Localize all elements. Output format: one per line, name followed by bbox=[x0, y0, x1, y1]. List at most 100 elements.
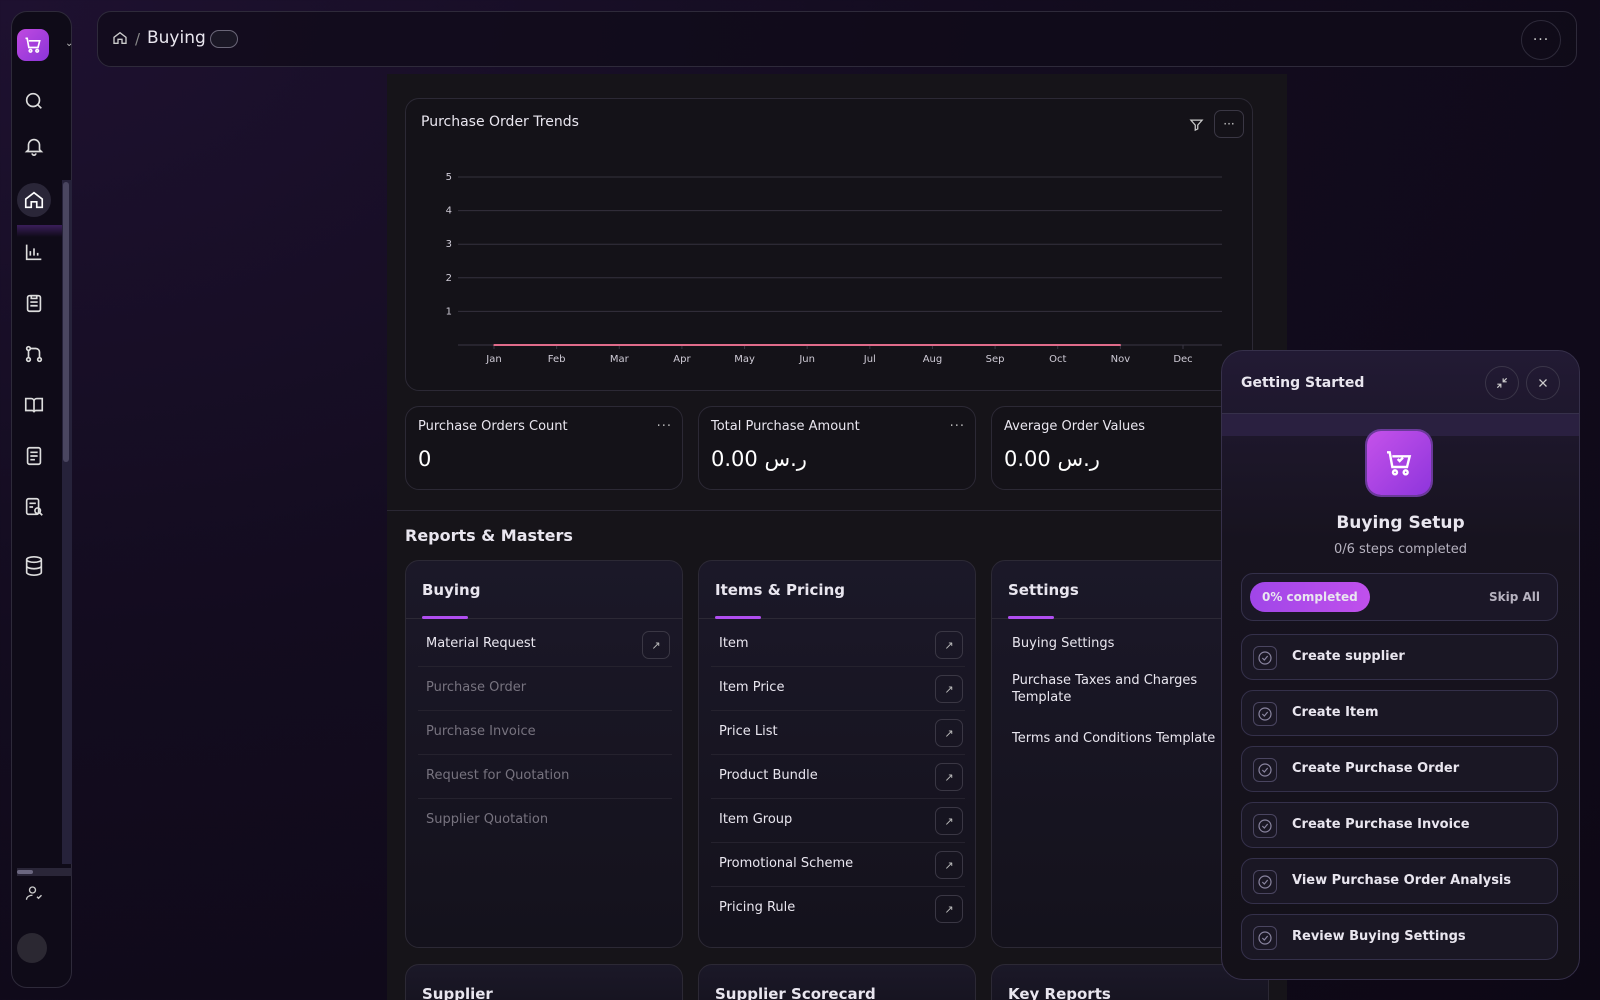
home-icon[interactable] bbox=[112, 30, 128, 50]
progress-bar: 0% completed Skip All bbox=[1241, 573, 1558, 621]
link-purchase-invoice[interactable]: Purchase Invoice bbox=[418, 711, 672, 755]
check-circle-icon bbox=[1253, 870, 1277, 894]
link-item[interactable]: Item ↗ bbox=[711, 623, 965, 667]
document-icon[interactable] bbox=[18, 440, 50, 472]
more-options-button[interactable]: ··· bbox=[1521, 20, 1561, 60]
database-icon[interactable] bbox=[18, 550, 50, 582]
data-point bbox=[681, 344, 683, 346]
group-title: Settings bbox=[1008, 581, 1079, 599]
chart-icon[interactable] bbox=[18, 236, 50, 268]
group-title: Buying bbox=[422, 581, 481, 599]
link-terms-conditions-template[interactable]: Terms and Conditions Template bbox=[1004, 718, 1258, 762]
group-items-pricing: Items & Pricing Item ↗ Item Price ↗ Pric… bbox=[698, 560, 976, 948]
stat-label: Average Order Values bbox=[1004, 419, 1146, 434]
stat-value: 0.00 ر.س bbox=[1004, 447, 1100, 471]
x-tick-label: Dec bbox=[1173, 354, 1192, 365]
x-tick-label: Feb bbox=[548, 354, 566, 365]
progress-badge: 0% completed bbox=[1250, 582, 1370, 612]
report-search-icon[interactable] bbox=[18, 491, 50, 523]
group-underline bbox=[715, 616, 761, 619]
data-point bbox=[618, 344, 621, 346]
link-label: Product Bundle bbox=[719, 768, 818, 783]
data-point bbox=[931, 344, 934, 346]
arrow-up-right-icon[interactable]: ↗ bbox=[935, 895, 963, 923]
arrow-up-right-icon[interactable]: ↗ bbox=[935, 763, 963, 791]
clipboard-icon[interactable] bbox=[18, 287, 50, 319]
book-open-icon[interactable] bbox=[18, 389, 50, 421]
link-item-group[interactable]: Item Group ↗ bbox=[711, 799, 965, 843]
link-label: Purchase Order bbox=[426, 680, 527, 695]
link-request-for-quotation[interactable]: Request for Quotation bbox=[418, 755, 672, 799]
data-point bbox=[1056, 344, 1059, 346]
arrow-up-right-icon[interactable]: ↗ bbox=[935, 851, 963, 879]
minimize-icon[interactable] bbox=[1485, 366, 1519, 400]
check-circle-icon bbox=[1253, 814, 1277, 838]
home-icon[interactable] bbox=[17, 183, 51, 217]
link-label: Buying Settings bbox=[1012, 636, 1115, 651]
arrow-up-right-icon[interactable]: ↗ bbox=[935, 807, 963, 835]
step-review-buying-settings[interactable]: Review Buying Settings bbox=[1241, 914, 1558, 960]
x-tick-label: Aug bbox=[923, 354, 943, 365]
y-tick-label: 5 bbox=[446, 172, 452, 183]
group-underline bbox=[1008, 616, 1054, 619]
link-pricing-rule[interactable]: Pricing Rule ↗ bbox=[711, 887, 965, 931]
arrow-up-right-icon[interactable]: ↗ bbox=[935, 631, 963, 659]
data-point bbox=[994, 344, 996, 346]
x-tick-label: Jun bbox=[798, 354, 815, 365]
toggle-pill[interactable] bbox=[210, 30, 238, 48]
link-purchase-taxes-template[interactable]: Purchase Taxes and Charges Template bbox=[1004, 667, 1258, 715]
panel-title: Getting Started bbox=[1241, 375, 1365, 391]
arrow-up-right-icon[interactable]: ↗ bbox=[935, 719, 963, 747]
x-tick-label: Nov bbox=[1111, 354, 1131, 365]
link-purchase-order[interactable]: Purchase Order bbox=[418, 667, 672, 711]
link-material-request[interactable]: Material Request ↗ bbox=[418, 623, 672, 667]
link-item-price[interactable]: Item Price ↗ bbox=[711, 667, 965, 711]
chevron-down-icon[interactable]: ⌄ bbox=[65, 38, 73, 49]
step-create-supplier[interactable]: Create supplier bbox=[1241, 634, 1558, 680]
getting-started-panel: Getting Started Buying Setup 0/6 steps c… bbox=[1221, 350, 1580, 980]
link-label: Item Group bbox=[719, 812, 793, 827]
stat-more-button[interactable]: ··· bbox=[657, 419, 672, 434]
sidebar-scroll-thumb[interactable] bbox=[63, 182, 69, 462]
link-label: Price List bbox=[719, 724, 778, 739]
arrow-up-right-icon[interactable]: ↗ bbox=[935, 675, 963, 703]
skip-all-button[interactable]: Skip All bbox=[1489, 590, 1540, 604]
app-logo-cart-icon[interactable] bbox=[17, 29, 49, 61]
stat-more-button[interactable]: ··· bbox=[950, 419, 965, 434]
x-tick-label: Jan bbox=[485, 354, 501, 365]
breadcrumb-current[interactable]: Buying bbox=[147, 28, 206, 48]
step-create-purchase-invoice[interactable]: Create Purchase Invoice bbox=[1241, 802, 1558, 848]
link-price-list[interactable]: Price List ↗ bbox=[711, 711, 965, 755]
link-promotional-scheme[interactable]: Promotional Scheme ↗ bbox=[711, 843, 965, 887]
stat-value: 0 bbox=[418, 447, 432, 471]
user-check-icon[interactable] bbox=[18, 877, 50, 909]
stat-value: 0.00 ر.س bbox=[711, 447, 807, 471]
step-label: Create supplier bbox=[1292, 649, 1405, 664]
avatar[interactable] bbox=[17, 933, 47, 963]
step-create-purchase-order[interactable]: Create Purchase Order bbox=[1241, 746, 1558, 792]
link-label: Item Price bbox=[719, 680, 785, 695]
sidebar-hscroll-thumb[interactable] bbox=[17, 870, 33, 874]
stat-total-purchase-amount: Total Purchase Amount 0.00 ر.س ··· bbox=[698, 406, 976, 490]
check-circle-icon bbox=[1253, 926, 1277, 950]
group-underline bbox=[422, 616, 468, 619]
x-tick-label: Sep bbox=[986, 354, 1005, 365]
data-point bbox=[869, 344, 871, 346]
step-create-item[interactable]: Create Item bbox=[1241, 690, 1558, 736]
link-label: Purchase Invoice bbox=[426, 724, 536, 739]
link-label: Supplier Quotation bbox=[426, 812, 549, 827]
bell-icon[interactable] bbox=[18, 130, 50, 162]
close-icon[interactable] bbox=[1526, 366, 1560, 400]
link-product-bundle[interactable]: Product Bundle ↗ bbox=[711, 755, 965, 799]
link-buying-settings[interactable]: Buying Settings bbox=[1004, 623, 1258, 667]
step-view-purchase-order-analysis[interactable]: View Purchase Order Analysis bbox=[1241, 858, 1558, 904]
stat-label: Total Purchase Amount bbox=[711, 419, 860, 434]
step-label: Create Purchase Order bbox=[1292, 761, 1460, 776]
arrow-up-right-icon[interactable]: ↗ bbox=[642, 631, 670, 659]
link-label: Request for Quotation bbox=[426, 768, 570, 783]
y-tick-label: 1 bbox=[446, 306, 452, 317]
link-supplier-quotation[interactable]: Supplier Quotation bbox=[418, 799, 672, 843]
search-icon[interactable] bbox=[18, 85, 50, 117]
y-tick-label: 4 bbox=[446, 206, 452, 217]
git-branch-icon[interactable] bbox=[18, 338, 50, 370]
